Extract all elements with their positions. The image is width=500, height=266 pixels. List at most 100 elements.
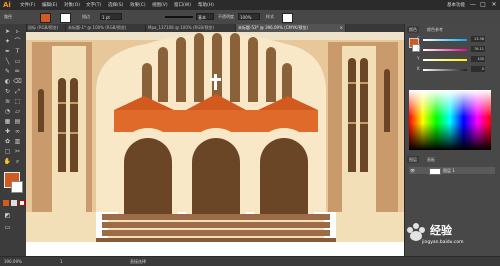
slider-magenta[interactable]: M 76.11 [417, 46, 485, 52]
tools-panel: ➤ ▹ ✦ ⌒ ✒ T ╲ ▭ ✎ ✏ ◐ ⌫ ↻ ⤢ ≋ ⬚ ◔ ▱ ▦ ▤ ✚ ∞ ✿ ▥ ▢ ✂ ✋ ⌕ ◩ ▭ [0, 24, 27, 256]
menu-window[interactable]: 窗口(W) [174, 2, 191, 8]
tab-label: 未标题-53* @ 396.09% (CMYK/预览) [238, 25, 308, 30]
hand-icon[interactable]: ✋ [3, 158, 12, 166]
tab-document-3[interactable]: Mpa_137108 @ 100% (RGB/预览) [146, 24, 236, 32]
slider-track[interactable] [423, 39, 467, 41]
direct-selection-icon[interactable]: ▹ [13, 28, 22, 36]
tab-label: 鼠标 (RGB/预览) [28, 25, 59, 30]
gradient-mode-button[interactable] [11, 200, 17, 206]
menu-type[interactable]: 文字(T) [86, 2, 101, 8]
artboard-canvas[interactable] [26, 32, 404, 256]
slider-label: C [417, 36, 420, 41]
line-icon[interactable]: ╲ [3, 58, 12, 66]
scale-icon[interactable]: ⤢ [13, 88, 22, 96]
zoom-level[interactable]: 396.09% [4, 259, 22, 264]
none-mode-button[interactable] [19, 200, 25, 206]
tab-document-2[interactable]: 未标题-1* @ 100% (RGB/预览) [66, 24, 146, 32]
menu-view[interactable]: 视图(V) [152, 2, 168, 8]
blob-brush-icon[interactable]: ◐ [3, 78, 12, 86]
slider-value-field[interactable]: 0 [471, 66, 485, 72]
lasso-icon[interactable]: ⌒ [13, 38, 22, 46]
selection-arrow-icon[interactable]: ➤ [3, 28, 12, 36]
slider-black[interactable]: K 0 [417, 66, 485, 72]
shape-builder-icon[interactable]: ◔ [3, 108, 12, 116]
workspace-switcher[interactable]: 基本功能 [447, 2, 465, 8]
eye-icon[interactable]: 👁 [410, 167, 415, 174]
watermark-text: 经验 [430, 224, 452, 237]
tab-label: Mpa_137108 @ 100% (RGB/预览) [148, 25, 215, 30]
slider-track[interactable] [423, 49, 467, 51]
tab-color-guide[interactable]: 颜色参考 [425, 26, 445, 33]
document-tabs: 鼠标 (RGB/预览) 未标题-1* @ 100% (RGB/预览) Mpa_1… [26, 24, 404, 32]
opacity-field[interactable]: 100% [238, 13, 260, 20]
pen-icon[interactable]: ✒ [3, 48, 12, 56]
eyedropper-icon[interactable]: ✚ [3, 128, 12, 136]
church-illustration [26, 32, 404, 242]
slider-value-field[interactable]: 76.11 [471, 46, 485, 52]
opacity-label[interactable]: 不透明度 [218, 14, 234, 20]
close-button[interactable]: ✕ [489, 0, 499, 10]
color-mode-button[interactable] [3, 200, 9, 206]
slider-cyan[interactable]: C 13.36 [417, 36, 485, 42]
free-transform-icon[interactable]: ⬚ [13, 98, 22, 106]
style-label: 样式 [266, 14, 274, 19]
slider-yellow[interactable]: Y 100 [417, 56, 485, 62]
brush-definition-field[interactable]: 基本 [196, 13, 214, 20]
brush-icon[interactable]: ✎ [3, 68, 12, 76]
close-tab-icon[interactable]: × [340, 24, 343, 32]
gradient-icon[interactable]: ▤ [13, 118, 22, 126]
selection-type-label: 路径 [4, 14, 12, 19]
mesh-icon[interactable]: ▦ [3, 118, 12, 126]
menu-file[interactable]: 文件(F) [20, 2, 35, 8]
zoom-icon[interactable]: ⌕ [13, 158, 22, 166]
perspective-icon[interactable]: ▱ [13, 108, 22, 116]
color-spectrum[interactable] [409, 90, 491, 150]
blend-icon[interactable]: ∞ [13, 128, 22, 136]
tab-artboards[interactable]: 画板 [425, 156, 437, 163]
watermark: 经验 jingyan.baidu.com [400, 216, 496, 250]
menu-effect[interactable]: 效果(C) [130, 2, 146, 8]
slider-label: Y [417, 56, 420, 61]
stroke-color-swatch[interactable] [60, 13, 71, 23]
control-bar: 路径 描边 1 pt 基本 不透明度 100% 样式 [0, 10, 500, 25]
artboard-icon[interactable]: ▢ [3, 148, 12, 156]
rectangle-icon[interactable]: ▭ [13, 58, 22, 66]
tab-document-1[interactable]: 鼠标 (RGB/预览) [26, 24, 66, 32]
fill-color-swatch[interactable] [40, 13, 51, 23]
stroke-weight-field[interactable]: 1 pt [100, 13, 122, 20]
pencil-icon[interactable]: ✏ [13, 68, 22, 76]
menu-select[interactable]: 选择(S) [108, 2, 123, 8]
brush-preview[interactable] [165, 16, 193, 18]
rotate-icon[interactable]: ↻ [3, 88, 12, 96]
graph-icon[interactable]: ▥ [13, 138, 22, 146]
stroke-swatch[interactable] [11, 181, 23, 193]
watermark-site: jingyan.baidu.com [422, 240, 464, 245]
magic-wand-icon[interactable]: ✦ [3, 38, 12, 46]
tab-color[interactable]: 颜色 [407, 26, 419, 33]
screen-mode-icon[interactable]: ▭ [3, 224, 12, 232]
slider-track[interactable] [423, 59, 467, 61]
draw-normal-icon[interactable]: ◩ [3, 212, 12, 220]
slider-value-field[interactable]: 13.36 [471, 36, 485, 42]
eraser-icon[interactable]: ⌫ [13, 78, 22, 86]
menu-object[interactable]: 对象(O) [64, 2, 80, 8]
stroke-label[interactable]: 描边 [82, 14, 90, 20]
tab-layers[interactable]: 图层 [407, 156, 419, 163]
type-icon[interactable]: T [13, 48, 22, 56]
maximize-button[interactable]: □ [478, 0, 488, 10]
slice-icon[interactable]: ✂ [13, 148, 22, 156]
layer-row[interactable]: 👁 图层 1 [409, 167, 495, 175]
slider-track[interactable] [423, 69, 467, 71]
slider-value-field[interactable]: 100 [471, 56, 485, 62]
layer-name[interactable]: 图层 1 [443, 167, 455, 174]
page-number[interactable]: 1 [60, 259, 63, 264]
layer-thumbnail [429, 168, 441, 175]
minimize-button[interactable]: — [468, 0, 478, 10]
symbol-sprayer-icon[interactable]: ✿ [3, 138, 12, 146]
menu-help[interactable]: 帮助(H) [198, 2, 214, 8]
graphic-style-swatch[interactable] [282, 13, 293, 23]
tab-document-active[interactable]: 未标题-53* @ 396.09% (CMYK/预览) × [236, 24, 346, 32]
menu-edit[interactable]: 编辑(E) [42, 2, 57, 8]
slider-label: K [417, 66, 420, 71]
width-icon[interactable]: ≋ [3, 98, 12, 106]
